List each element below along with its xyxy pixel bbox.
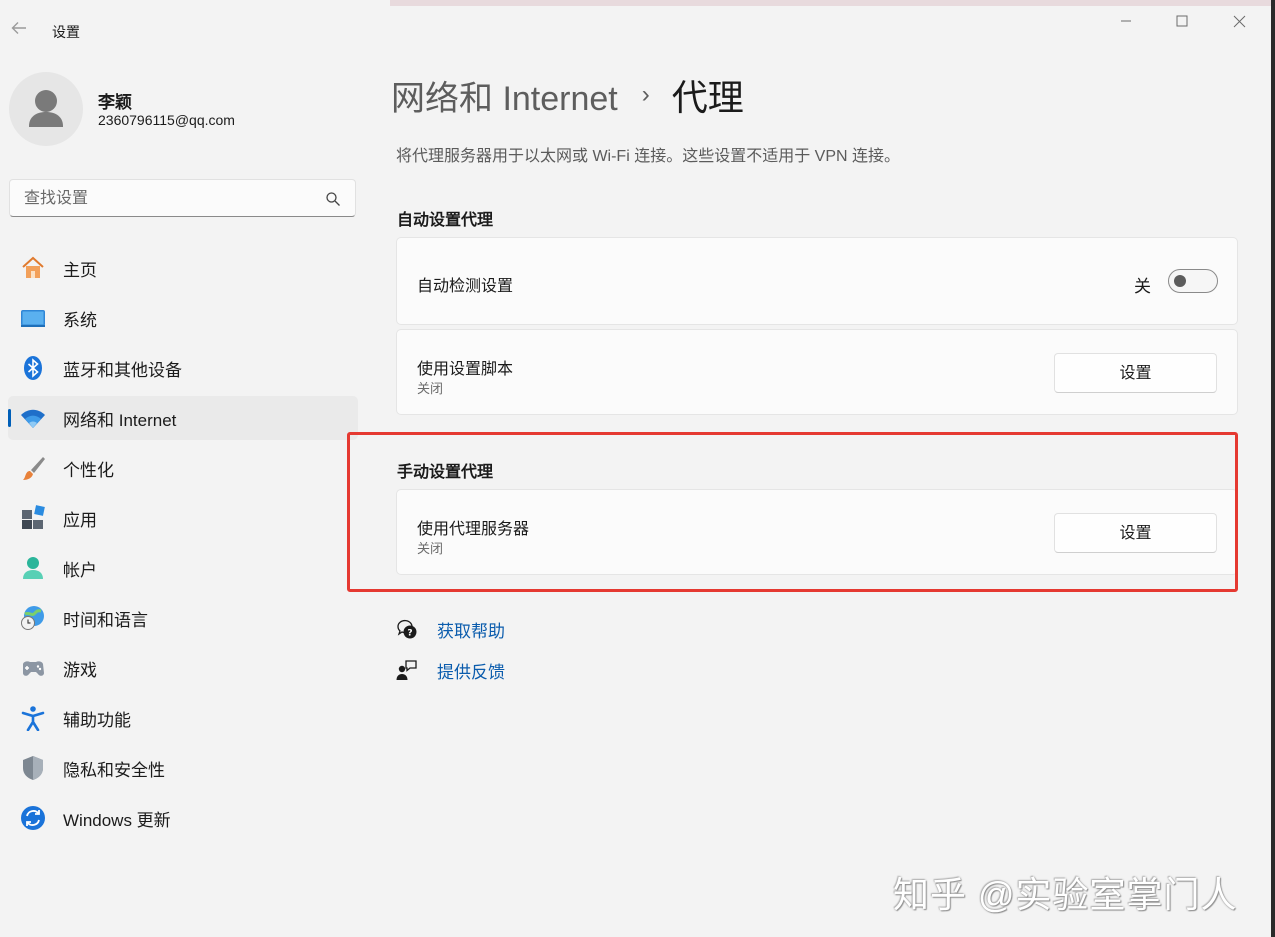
maximize-icon bbox=[1176, 15, 1188, 27]
sidebar-item-label: 帐户 bbox=[63, 560, 97, 580]
sidebar-item-label: 网络和 Internet bbox=[63, 410, 177, 430]
apps-icon bbox=[20, 505, 46, 531]
sidebar-item-accounts[interactable]: 帐户 bbox=[8, 546, 358, 590]
feedback-link[interactable]: 提供反馈 bbox=[437, 658, 505, 683]
toggle-knob bbox=[1174, 275, 1186, 287]
home-icon bbox=[20, 255, 46, 281]
search-input[interactable] bbox=[22, 180, 326, 218]
wifi-icon bbox=[20, 405, 46, 431]
close-icon bbox=[1233, 15, 1245, 27]
time-language-icon bbox=[20, 605, 46, 631]
sidebar-item-accessibility[interactable]: 辅助功能 bbox=[8, 696, 358, 740]
app-title: 设置 bbox=[52, 24, 80, 40]
sidebar-item-bluetooth[interactable]: 蓝牙和其他设备 bbox=[8, 346, 358, 390]
back-button[interactable] bbox=[6, 18, 32, 44]
sidebar-item-personalization[interactable]: 个性化 bbox=[8, 446, 358, 490]
sidebar-item-network[interactable]: 网络和 Internet bbox=[8, 396, 358, 440]
sidebar-item-label: 时间和语言 bbox=[63, 610, 148, 630]
brush-icon bbox=[20, 455, 46, 481]
sidebar-item-label: 应用 bbox=[63, 510, 97, 530]
sidebar-item-label: 个性化 bbox=[63, 460, 114, 480]
feedback-row[interactable]: 提供反馈 bbox=[396, 657, 505, 683]
setup-script-status: 关闭 bbox=[417, 381, 444, 396]
search-icon[interactable] bbox=[325, 191, 341, 207]
sidebar-item-label: 系统 bbox=[63, 310, 97, 330]
avatar[interactable] bbox=[9, 72, 83, 146]
get-help-link[interactable]: 获取帮助 bbox=[437, 617, 505, 642]
update-icon bbox=[20, 805, 46, 831]
shield-icon bbox=[20, 755, 46, 781]
title-bar: 设置 bbox=[0, 0, 1271, 60]
auto-proxy-section-title: 自动设置代理 bbox=[397, 212, 494, 229]
svg-text:?: ? bbox=[407, 629, 412, 639]
user-name: 李颖 bbox=[98, 93, 132, 112]
get-help-row[interactable]: ? 获取帮助 bbox=[396, 616, 505, 642]
settings-window: 设置 李颖 2360796115@qq.com 主页 bbox=[0, 0, 1275, 937]
sidebar-item-label: 游戏 bbox=[63, 660, 97, 680]
bluetooth-icon bbox=[20, 355, 46, 381]
close-button[interactable] bbox=[1219, 8, 1259, 34]
annotation-highlight-box bbox=[347, 432, 1238, 592]
desktop-edge bbox=[1271, 0, 1275, 937]
page-title: 代理 bbox=[671, 77, 744, 118]
sidebar-item-label: 辅助功能 bbox=[63, 710, 131, 730]
sidebar-item-windows-update[interactable]: Windows 更新 bbox=[8, 796, 358, 840]
sidebar-item-system[interactable]: 系统 bbox=[8, 296, 358, 340]
minimize-button[interactable] bbox=[1106, 8, 1146, 34]
setup-script-card: 使用设置脚本 关闭 设置 bbox=[396, 329, 1238, 415]
sidebar-item-gaming[interactable]: 游戏 bbox=[8, 646, 358, 690]
accessibility-icon bbox=[20, 705, 46, 731]
gamepad-icon bbox=[20, 655, 46, 681]
account-icon bbox=[20, 555, 46, 581]
system-icon bbox=[20, 305, 46, 331]
feedback-icon bbox=[396, 660, 417, 680]
breadcrumb: 网络和 Internet › 代理 bbox=[391, 70, 744, 120]
watermark-text: 知乎 @实验室掌门人 bbox=[893, 874, 1238, 915]
auto-detect-toggle[interactable] bbox=[1168, 269, 1218, 293]
sidebar-item-label: 隐私和安全性 bbox=[63, 760, 165, 780]
sidebar-item-label: Windows 更新 bbox=[63, 810, 171, 830]
sidebar-item-label: 主页 bbox=[63, 260, 97, 280]
auto-detect-card: 自动检测设置 关 bbox=[396, 237, 1238, 325]
user-avatar-icon bbox=[29, 90, 63, 127]
maximize-button[interactable] bbox=[1162, 8, 1202, 34]
page-description: 将代理服务器用于以太网或 Wi-Fi 连接。这些设置不适用于 VPN 连接。 bbox=[396, 148, 900, 165]
breadcrumb-parent-link[interactable]: 网络和 Internet bbox=[391, 71, 618, 120]
minimize-icon bbox=[1121, 20, 1131, 22]
user-email: 2360796115@qq.com bbox=[98, 112, 235, 128]
toggle-state-label: 关 bbox=[1134, 277, 1151, 296]
search-box bbox=[9, 179, 356, 218]
sidebar-nav: 主页 系统 蓝牙和其他设备 网络和 Internet 个性化 应用 帐户 时间和… bbox=[8, 246, 358, 846]
sidebar-item-home[interactable]: 主页 bbox=[8, 246, 358, 290]
sidebar-item-time-language[interactable]: 时间和语言 bbox=[8, 596, 358, 640]
sidebar-item-privacy[interactable]: 隐私和安全性 bbox=[8, 746, 358, 790]
help-icon: ? bbox=[397, 619, 417, 639]
chevron-right-icon: › bbox=[641, 81, 650, 108]
auto-detect-label: 自动检测设置 bbox=[417, 278, 514, 295]
back-arrow-icon bbox=[11, 22, 26, 34]
setup-script-button[interactable]: 设置 bbox=[1054, 353, 1217, 393]
sidebar-item-apps[interactable]: 应用 bbox=[8, 496, 358, 540]
setup-script-label: 使用设置脚本 bbox=[417, 361, 514, 378]
sidebar-item-label: 蓝牙和其他设备 bbox=[63, 360, 182, 380]
